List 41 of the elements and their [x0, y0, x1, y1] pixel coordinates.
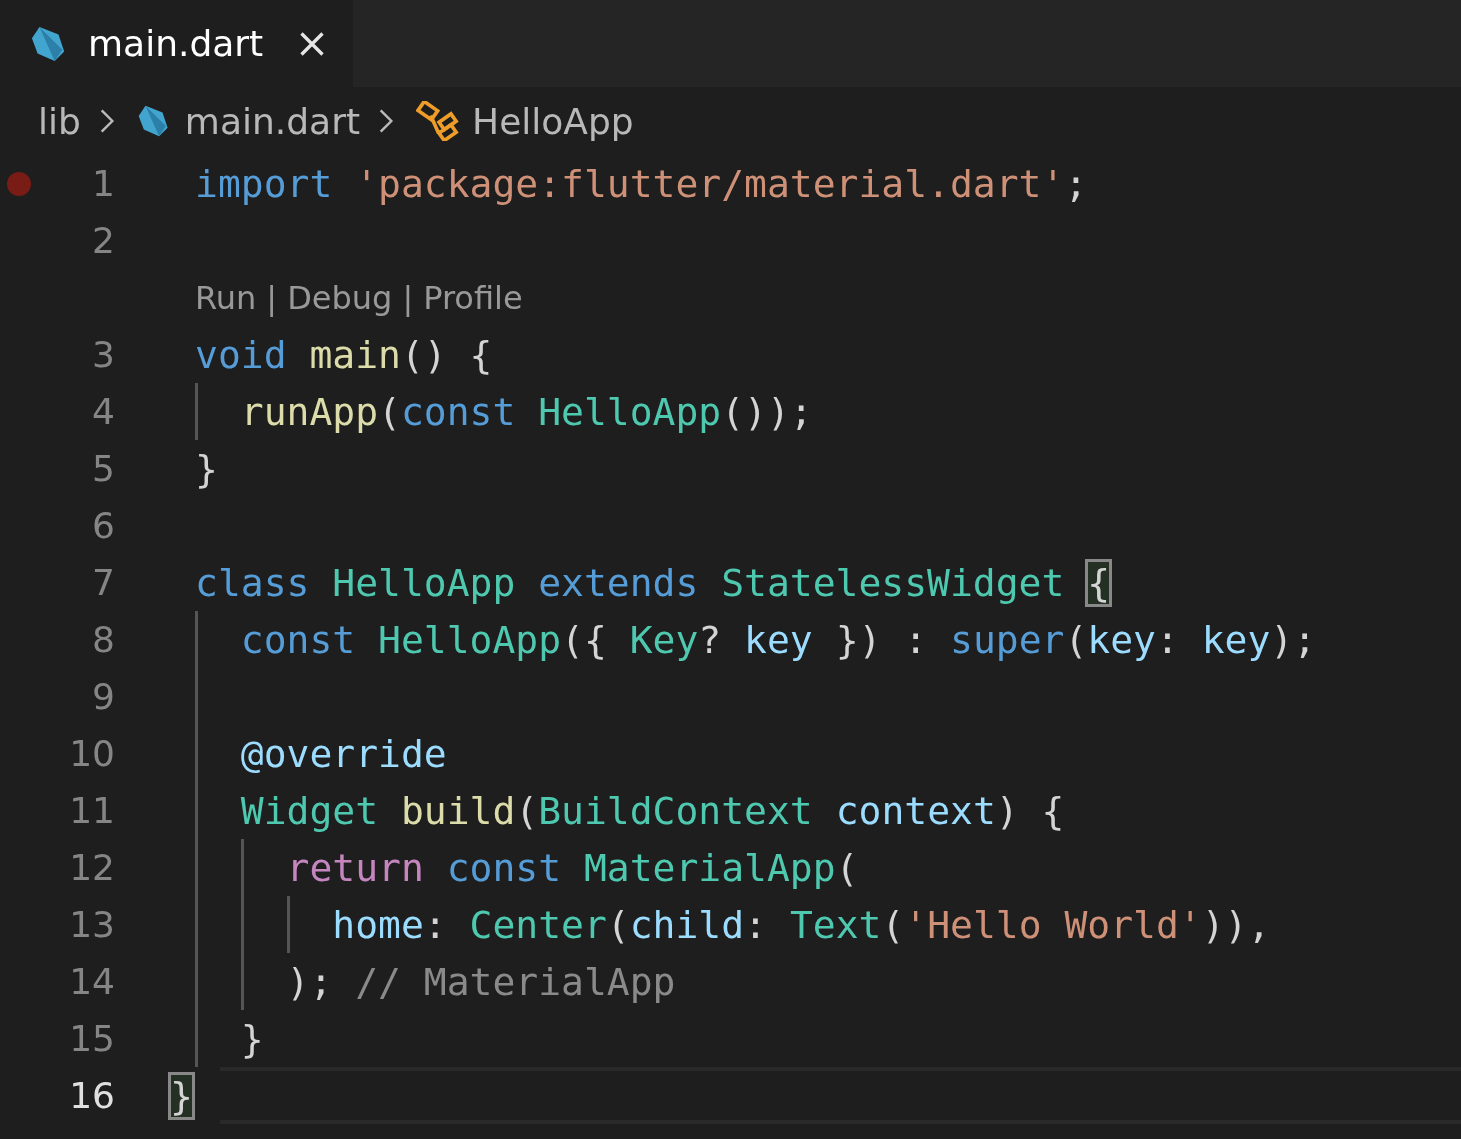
line-number: 13	[69, 904, 115, 945]
line-number: 12	[69, 847, 115, 888]
code-line: home: Center(child: Text('Hello World')),	[331, 902, 1271, 947]
code-line: @override	[239, 731, 447, 776]
line-number: 6	[92, 505, 115, 546]
code-line: class HelloApp extends StatelessWidget {	[195, 560, 1111, 605]
line-number: 3	[92, 334, 115, 375]
codelens-link[interactable]: Debug	[287, 278, 393, 317]
breadcrumb-item[interactable]: lib	[38, 100, 81, 142]
line-number: 16	[69, 1075, 115, 1116]
code-line: const HelloApp({ Key? key }) : super(key: key);	[239, 617, 1317, 662]
codelens-separator: |	[266, 278, 278, 317]
line-number: 4	[92, 391, 115, 432]
chevron-right-icon	[378, 106, 395, 136]
codelens-link[interactable]: Run	[195, 278, 257, 317]
line-number: 2	[92, 220, 115, 261]
code-line: void main() {	[195, 332, 493, 377]
class-symbol-icon	[416, 101, 461, 141]
line-number: 11	[69, 790, 115, 831]
code-line: return const MaterialApp(	[285, 845, 859, 890]
line-number: 8	[92, 619, 115, 660]
codelens-link[interactable]: Profile	[423, 278, 523, 317]
code-line: }	[195, 446, 218, 491]
breadcrumb-item[interactable]: HelloApp	[472, 100, 634, 142]
editor-tab[interactable]: main.dart	[0, 0, 354, 87]
code-line: Widget build(BuildContext context) {	[239, 788, 1065, 833]
code-line: import 'package:flutter/material.dart';	[195, 161, 1088, 206]
chevron-right-icon	[98, 106, 115, 136]
line-number: 9	[92, 676, 115, 717]
code-line: }	[239, 1016, 264, 1061]
codelens-separator: |	[402, 278, 414, 317]
code-line: runApp(const HelloApp());	[239, 389, 813, 434]
breakpoint-dot[interactable]	[7, 171, 31, 196]
line-number: 1	[92, 163, 115, 204]
line-number: 7	[92, 562, 115, 603]
line-number: 5	[92, 448, 115, 489]
line-number: 15	[69, 1018, 115, 1059]
line-number: 14	[69, 961, 115, 1002]
code-line: ); // MaterialApp	[285, 959, 676, 1004]
line-number: 10	[69, 733, 115, 774]
breadcrumb-item[interactable]: main.dart	[184, 100, 361, 142]
